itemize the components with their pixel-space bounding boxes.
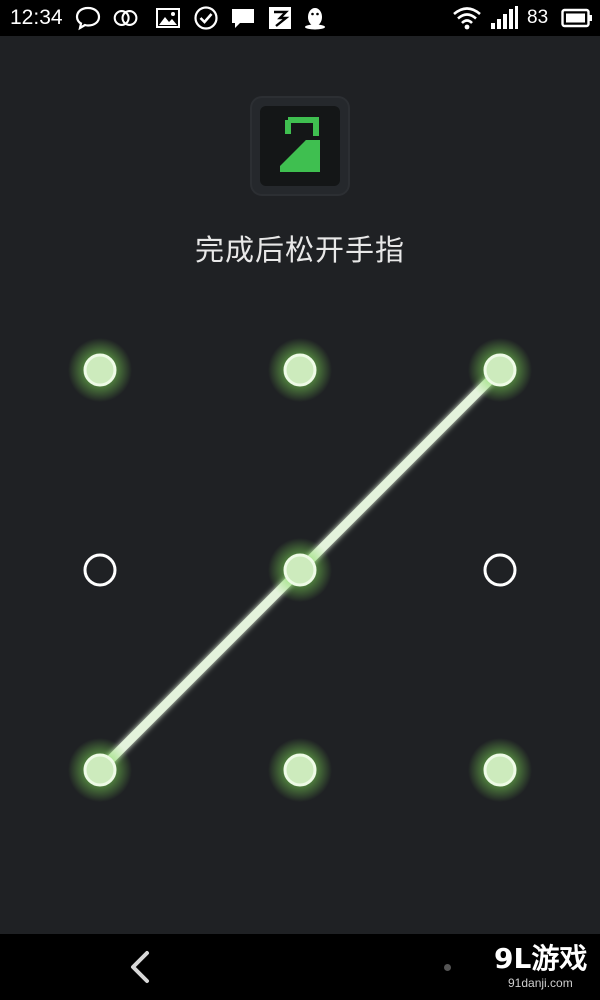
dot-selected [83, 353, 117, 387]
chevron-left-icon [131, 951, 149, 983]
dot-selected [83, 753, 117, 787]
back-button[interactable] [118, 944, 164, 990]
dot-selected [483, 353, 517, 387]
nav-indicator-dot [444, 964, 451, 971]
watermark: 9L游戏 91danji.com [494, 942, 594, 994]
dot-selected [483, 753, 517, 787]
pattern-dot-3[interactable] [468, 338, 532, 402]
pattern-dot-6[interactable] [483, 553, 517, 587]
dot-unselected [83, 553, 117, 587]
navigation-bar: 9L游戏 91danji.com [0, 934, 600, 1000]
dot-selected [283, 553, 317, 587]
watermark-site: 91danji.com [508, 976, 573, 990]
pattern-dot-4[interactable] [83, 553, 117, 587]
pattern-segment [95, 565, 305, 775]
pattern-pad[interactable] [0, 0, 600, 1000]
pattern-dot-7[interactable] [68, 738, 132, 802]
pattern-dot-5[interactable] [268, 538, 332, 602]
watermark-brand: 9L游戏 [494, 942, 588, 975]
dot-selected [283, 753, 317, 787]
pattern-dot-2[interactable] [268, 338, 332, 402]
pattern-segment [295, 365, 505, 575]
pattern-dot-8[interactable] [268, 738, 332, 802]
pattern-dot-9[interactable] [468, 738, 532, 802]
lock-screen: 12:34 83 完成后松开手指 9L游戏 91danji.com [0, 0, 600, 1000]
pattern-dot-1[interactable] [68, 338, 132, 402]
dot-selected [283, 353, 317, 387]
dot-unselected [483, 553, 517, 587]
